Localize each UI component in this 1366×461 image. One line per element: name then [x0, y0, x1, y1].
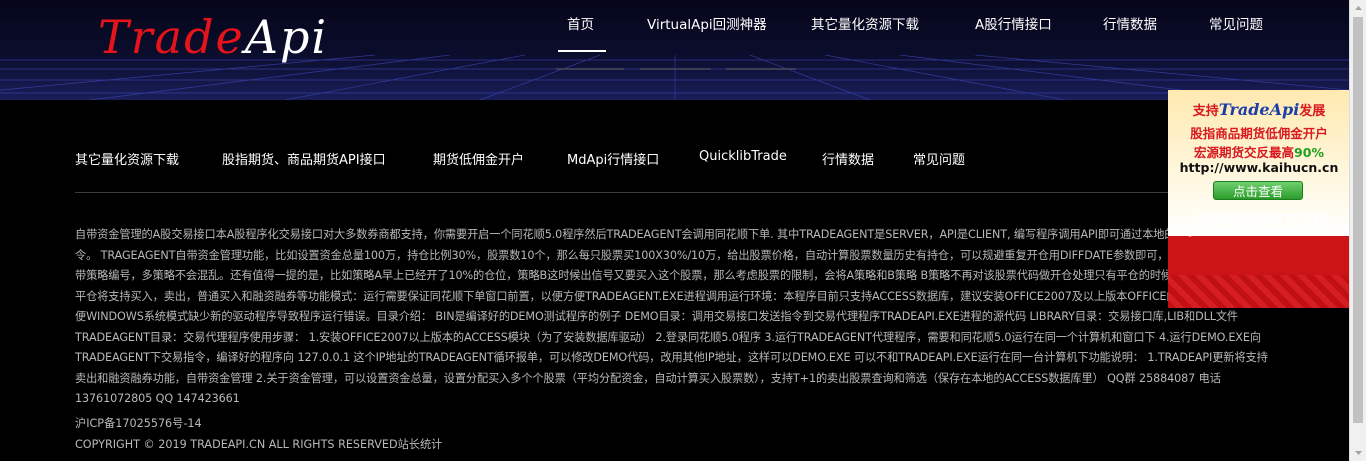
ad-line-rebate: 宏源期货交反最高90%: [1168, 142, 1350, 161]
ad-brand: TradeApi: [1218, 100, 1300, 119]
footer-link-faq[interactable]: 常见问题: [913, 149, 965, 168]
ad-rebate-text: 宏源期货交反最高: [1194, 145, 1295, 160]
nav-home[interactable]: 首页: [567, 13, 594, 33]
logo-text-trade: Trade: [98, 10, 245, 64]
scroll-up-arrow-icon[interactable]: [1350, 0, 1366, 17]
nav-faq[interactable]: 常见问题: [1209, 13, 1263, 33]
copyright-text: COPYRIGHT © 2019 TRADEAPI.CN ALL RIGHTS …: [75, 438, 443, 451]
ad-headline-prefix: 支持: [1192, 104, 1219, 119]
nav-decoration-bar: [556, 68, 624, 70]
site-header: TradeApi 首页 VirtualApi回测神器 其它量化资源下载 A股行情…: [0, 0, 1349, 100]
nav-quant-resources[interactable]: 其它量化资源下载: [811, 13, 919, 33]
ad-rebate-percent: 90%: [1294, 145, 1324, 160]
footer-divider: [75, 192, 1349, 193]
footer-link-quicklibtrade[interactable]: QuicklibTrade: [699, 149, 787, 164]
ad-headline-suffix: 发展: [1299, 104, 1326, 119]
footer-link-quant-resources[interactable]: 其它量化资源下载: [75, 149, 179, 168]
ad-url-simnow: http://www.simnow.com.cn: [1168, 223, 1350, 237]
ad-pattern-decoration: [1168, 275, 1350, 308]
nav-decoration-bar: [640, 68, 711, 70]
ad-headline: 支持TradeApi发展: [1168, 100, 1350, 119]
footer-link-low-commission[interactable]: 期货低佣金开户: [433, 149, 524, 168]
site-description: 自带资金管理的A股交易接口本A股程序化交易接口对大多数券商都支持，你需要开启一个…: [75, 228, 1269, 405]
nav-decoration-bar: [726, 68, 796, 70]
footer-link-futures-api[interactable]: 股指期货、商品期货API接口: [222, 149, 386, 168]
ad-url-kaihucn: http://www.kaihucn.cn: [1179, 160, 1339, 175]
nav-market-data[interactable]: 行情数据: [1103, 13, 1157, 33]
footer-link-mdapi[interactable]: MdApi行情接口: [567, 149, 659, 168]
ad-view-button[interactable]: 点击查看: [1213, 181, 1303, 200]
side-ad-banner[interactable]: 支持TradeApi发展 股指商品期货低佣金开户 宏源期货交反最高90% htt…: [1168, 90, 1350, 308]
site-logo[interactable]: TradeApi: [98, 6, 328, 68]
scroll-down-arrow-icon[interactable]: [1350, 444, 1366, 461]
ad-line-account: 股指商品期货低佣金开户: [1190, 126, 1328, 141]
nav-active-indicator: [558, 50, 606, 52]
logo-text-api: Api: [244, 10, 329, 64]
scrollbar-thumb[interactable]: [1353, 17, 1363, 423]
icp-license-link[interactable]: 沪ICP备17025576号-14: [75, 415, 202, 431]
nav-a-share-quote-api[interactable]: A股行情接口: [975, 13, 1052, 33]
vertical-scrollbar[interactable]: [1349, 0, 1366, 461]
footer-link-market-data[interactable]: 行情数据: [822, 149, 874, 168]
nav-virtualapi[interactable]: VirtualApi回测神器: [647, 13, 767, 33]
